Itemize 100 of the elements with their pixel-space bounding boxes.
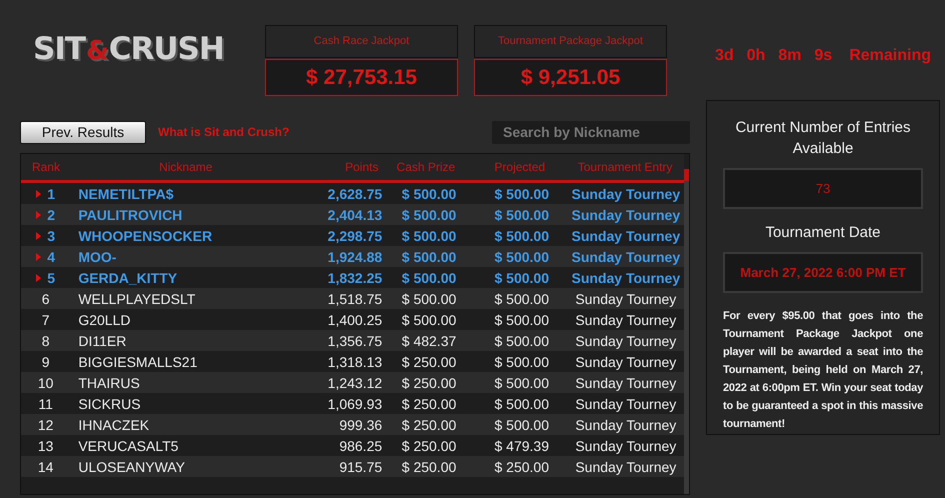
table-cell: $ 500.00 [402, 312, 456, 328]
prev-results-button[interactable]: Prev. Results [20, 120, 146, 144]
table-cell: PAULITROVICH [78, 206, 182, 222]
table-cell: 1,924.88 [328, 248, 382, 264]
scrollbar[interactable] [684, 169, 689, 494]
jackpot-amount: $ 9,251.05 [474, 59, 667, 96]
table-cell: Sunday Tourney [575, 458, 676, 474]
countdown-text: 9s [814, 47, 832, 65]
countdown-text: 8m [778, 47, 802, 65]
triangle-icon [36, 252, 42, 260]
table-row[interactable]: 8 DI11ER 1,356.75 $ 482.37 $ 500.00 Sunday Tourney [21, 330, 684, 351]
table-cell: $ 250.00 [402, 438, 456, 454]
table-cell: WHOOPENSOCKER [78, 228, 212, 244]
table-cell: $ 500.00 [494, 270, 549, 286]
column-header: Tournament Entry [576, 160, 674, 174]
table-cell: 2,404.13 [328, 206, 382, 222]
column-header: Rank [30, 160, 61, 174]
table-cell: $ 479.39 [494, 438, 549, 454]
table-cell: Sunday Tourney [575, 438, 676, 454]
table-cell: 1,832.25 [328, 270, 382, 286]
table-cell: 9 [42, 354, 50, 370]
table-cell: 7 [42, 312, 50, 328]
panel-title: Current Number of Entries Available [734, 118, 912, 159]
triangle-icon [36, 190, 42, 198]
table-cell: $ 500.00 [494, 312, 549, 328]
table-row[interactable]: 14 ULOSEANYWAY 915.75 $ 250.00 $ 250.00 Sunday Tourney [21, 456, 684, 477]
triangle-icon [36, 232, 42, 240]
table-cell: THAIRUS [78, 374, 140, 390]
table-row[interactable]: 4 MOO- 1,924.88 $ 500.00 $ 500.00 Sunday Tourney [21, 246, 684, 267]
table-cell: Sunday Tourney [575, 312, 676, 328]
table-cell: 2 [47, 206, 56, 222]
table-cell: $ 500.00 [494, 416, 549, 432]
table-cell: Sunday Tourney [575, 354, 676, 370]
table-cell: VERUCASALT5 [78, 438, 178, 454]
table-cell: $ 500.00 [402, 206, 456, 222]
table-cell: $ 500.00 [494, 206, 549, 222]
table-cell: DI11ER [78, 332, 126, 348]
column-header: Nickname [158, 160, 214, 174]
table-cell: Sunday Tourney [575, 396, 676, 412]
table-cell: 4 [47, 248, 56, 264]
logo: SIT&CRUSH [33, 31, 225, 67]
table-row[interactable]: 10 THAIRUS 1,243.12 $ 250.00 $ 500.00 Sunday Tourney [21, 372, 684, 393]
triangle-icon [36, 274, 42, 282]
table-cell: MOO- [78, 248, 116, 264]
column-header: Cash Prize [396, 160, 456, 174]
table-cell: 915.75 [339, 458, 382, 474]
table-cell: Sunday Tourney [575, 332, 676, 348]
table-row[interactable]: 6 WELLPLAYEDSLT 1,518.75 $ 500.00 $ 500.00 Sunday Tourney [21, 288, 684, 309]
table-cell: ULOSEANYWAY [78, 458, 185, 474]
table-cell: 1 [47, 186, 56, 202]
table-cell: 8 [42, 332, 50, 348]
table-cell: BIGGIESMALLS21 [78, 354, 198, 370]
table-cell: 1,243.12 [328, 374, 382, 390]
table-cell: 5 [47, 270, 56, 286]
table-cell: 2,628.75 [328, 186, 382, 202]
table-cell: Sunday Tourney [571, 206, 680, 222]
table-cell: $ 500.00 [402, 228, 456, 244]
table-row[interactable]: 12 IHNACZEK 999.36 $ 250.00 $ 500.00 Sunday Tourney [21, 414, 684, 435]
search-field[interactable]: Search by Nickname [492, 120, 690, 144]
table-cell: Sunday Tourney [575, 290, 676, 306]
column-header: Points [344, 160, 378, 174]
jackpot-label: Cash Race Jackpot [265, 25, 458, 58]
table-cell: G20LLD [78, 312, 130, 328]
table-cell: $ 482.37 [402, 332, 456, 348]
table-cell: Sunday Tourney [571, 186, 680, 202]
table-cell: 14 [38, 458, 54, 474]
table-cell: $ 500.00 [402, 270, 456, 286]
table-cell: 986.25 [339, 438, 382, 454]
table-cell: 999.36 [339, 416, 382, 432]
table-cell: 10 [38, 374, 54, 390]
table-cell: $ 250.00 [402, 396, 456, 412]
table-cell: Sunday Tourney [575, 416, 676, 432]
table-cell: 1,318.13 [328, 354, 382, 370]
table-cell: $ 500.00 [494, 396, 549, 412]
countdown-text: 0h [746, 47, 766, 65]
table-cell: 13 [38, 438, 54, 454]
table-cell: $ 250.00 [402, 354, 456, 370]
table-cell: 3 [47, 228, 56, 244]
countdown-text: 3d [714, 47, 734, 65]
table-cell: 2,298.75 [328, 228, 382, 244]
table-cell: $ 250.00 [402, 374, 456, 390]
jackpot-amount: $ 27,753.15 [265, 59, 458, 96]
table-cell: $ 500.00 [494, 228, 549, 244]
description-text: For every $95.00 that goes into the Tournament Package Jackpot one player will be awarded a seat into the Tournament, being held on March 27, 2022 at 6:00pm ET. Win your seat today to be guaranteed a spot in this massive tournament! [723, 309, 923, 432]
column-header: Projected [493, 160, 546, 174]
table-cell: WELLPLAYEDSLT [78, 290, 196, 306]
countdown-text: Remaining [849, 47, 931, 65]
table-cell: $ 500.00 [494, 290, 549, 306]
table-cell: 1,400.25 [328, 312, 382, 328]
table-cell: $ 500.00 [494, 248, 549, 264]
table-cell: NEMETILTPA$ [78, 186, 174, 202]
table-cell: SICKRUS [78, 396, 141, 412]
table-cell: Sunday Tourney [571, 228, 680, 244]
table-cell: Sunday Tourney [571, 248, 680, 264]
table-cell: $ 500.00 [402, 186, 456, 202]
table-row[interactable]: 2 PAULITROVICH 2,404.13 $ 500.00 $ 500.00 Sunday Tourney [21, 204, 684, 225]
table-cell: $ 500.00 [402, 248, 456, 264]
entries-count: 73 [723, 168, 923, 209]
jackpot-label: Tournament Package Jackpot [474, 25, 667, 58]
tournament-date: March 27, 2022 6:00 PM ET [723, 252, 923, 293]
